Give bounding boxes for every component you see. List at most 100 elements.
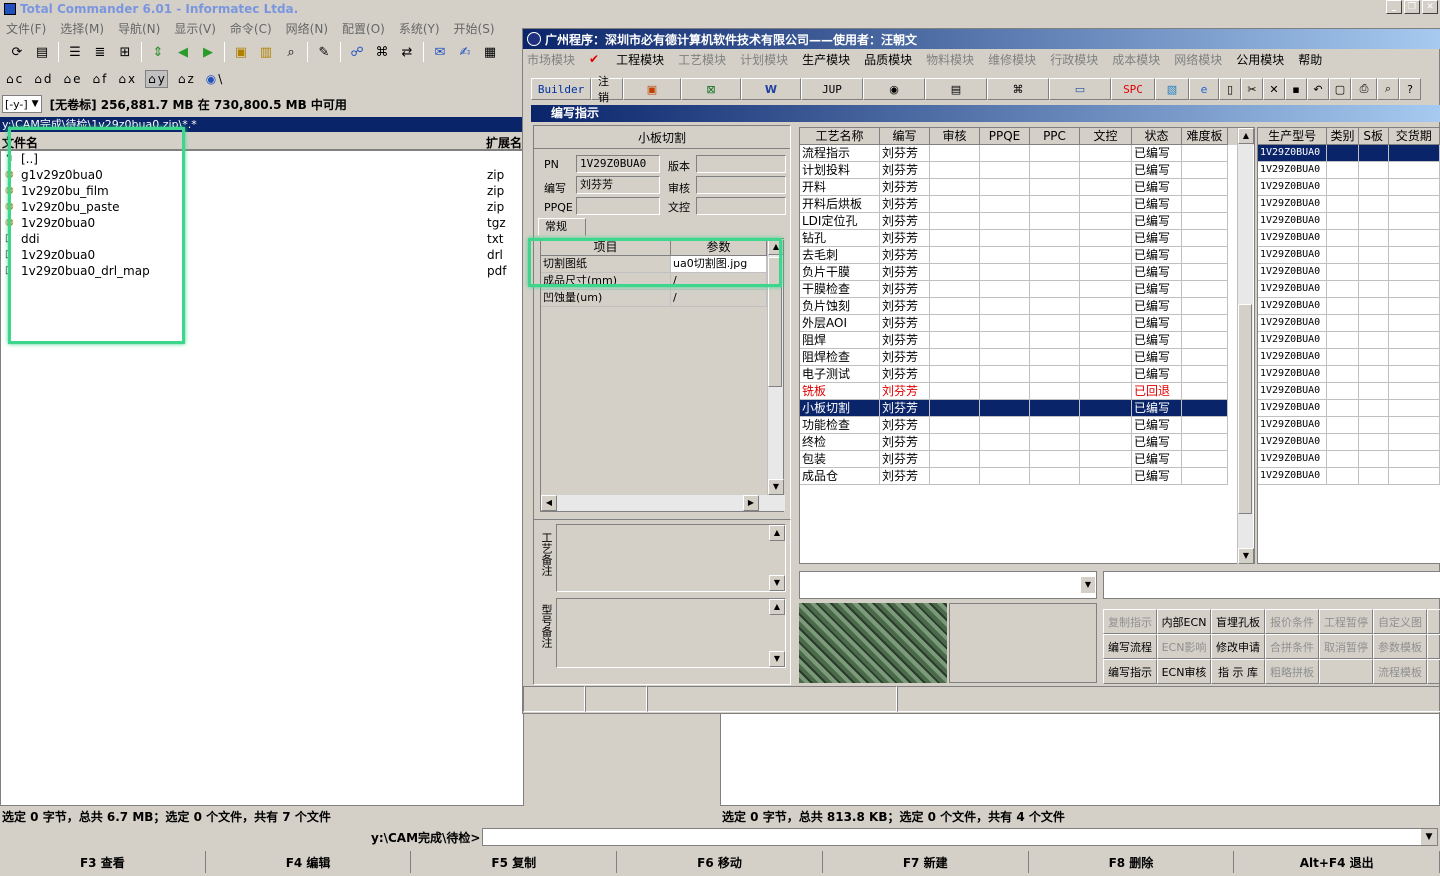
action-button[interactable]: 复制指示 <box>1103 609 1157 634</box>
f7-new-button[interactable]: F7 新建 <box>823 851 1029 873</box>
ppqe-field[interactable] <box>576 197 660 215</box>
action-button[interactable]: 取消暂停 <box>1319 634 1373 659</box>
chevron-down-icon[interactable]: ▼ <box>768 479 784 495</box>
action-button[interactable]: 盲埋孔板 <box>1211 609 1265 634</box>
process-row[interactable]: 小板切割 刘芬芳 已编写 <box>800 400 1254 417</box>
model-row[interactable]: 1V29Z0BUA0 <box>1258 179 1440 196</box>
action-button[interactable]: 工程暂停 <box>1319 609 1373 634</box>
action-button[interactable] <box>1319 659 1373 684</box>
chevron-down-icon[interactable]: ▼ <box>1081 577 1095 593</box>
drive-z[interactable]: ⌂ z <box>176 71 196 87</box>
pack-icon[interactable]: ▣ <box>230 41 252 63</box>
model-row[interactable]: 1V29Z0BUA0 <box>1258 162 1440 179</box>
app-menu-item[interactable]: 生产模块 <box>802 51 850 68</box>
writer-field[interactable]: 刘芬芳 <box>576 176 660 194</box>
app-menu-item[interactable]: 行政模块 <box>1050 51 1098 68</box>
action-button[interactable]: ECN影响 <box>1157 634 1211 659</box>
chevron-down-icon[interactable]: ▼ <box>1421 829 1437 845</box>
network-icon[interactable]: ⌘ <box>987 78 1049 100</box>
app-menu-item[interactable]: 帮助 <box>1298 51 1322 68</box>
process-row[interactable]: 功能检查 刘芬芳 已编写 <box>800 417 1254 434</box>
process-col-header[interactable]: PPC <box>1030 128 1080 145</box>
model-col-header[interactable]: 交货期 <box>1388 128 1440 145</box>
process-row[interactable]: LDI定位孔 刘芬芳 已编写 <box>800 213 1254 230</box>
forward-icon[interactable]: ▶ <box>197 41 219 63</box>
ie-icon[interactable]: e <box>1189 78 1219 100</box>
drive-x[interactable]: ⌂ x <box>116 71 137 87</box>
app-menu-item[interactable]: 工艺模块 <box>678 51 726 68</box>
drive-d[interactable]: ⌂ d <box>32 71 53 87</box>
chevron-up-icon[interactable]: ▲ <box>769 599 785 615</box>
process-col-header[interactable]: 编写 <box>880 128 930 145</box>
find-icon[interactable]: ⌕ <box>280 41 302 63</box>
f6-move-button[interactable]: F6 移动 <box>617 851 823 873</box>
excel-icon[interactable]: ⊠ <box>681 78 741 100</box>
param-value[interactable]: / <box>671 290 767 307</box>
f8-delete-button[interactable]: F8 删除 <box>1029 851 1235 873</box>
back-icon[interactable]: ◀ <box>172 41 194 63</box>
param-hscroll[interactable]: ◀ ▶ <box>541 495 785 511</box>
network-icon[interactable]: ⌘ <box>371 41 393 63</box>
action-button[interactable]: 编写流程 <box>1103 634 1157 659</box>
model-row[interactable]: 1V29Z0BUA0 <box>1258 451 1440 468</box>
app-menu-item[interactable]: 公用模块 <box>1236 51 1284 68</box>
preview-icon[interactable]: ▢ <box>1329 78 1351 100</box>
help-icon[interactable]: ? <box>1399 78 1421 100</box>
action-button[interactable]: 自定义图 <box>1373 609 1427 634</box>
drive-combo[interactable]: [-y-] ▼ <box>2 95 42 113</box>
model-row[interactable]: 1V29Z0BUA0 <box>1258 417 1440 434</box>
chevron-down-icon[interactable]: ▼ <box>769 575 785 591</box>
process-row[interactable]: 去毛刺 刘芬芳 已编写 <box>800 247 1254 264</box>
process-col-header[interactable]: PPQE <box>980 128 1030 145</box>
save-icon[interactable]: ▪ <box>1285 78 1307 100</box>
action-button[interactable] <box>1427 659 1440 684</box>
doc-control-field[interactable] <box>696 197 786 215</box>
model-row[interactable]: 1V29Z0BUA0 <box>1258 298 1440 315</box>
process-row[interactable]: 钻孔 刘芬芳 已编写 <box>800 230 1254 247</box>
app-menu-item[interactable]: 工程模块 <box>616 51 664 68</box>
model-row[interactable]: 1V29Z0BUA0 <box>1258 332 1440 349</box>
model-row[interactable]: 1V29Z0BUA0 <box>1258 196 1440 213</box>
process-row[interactable]: 成品仓 刘芬芳 已编写 <box>800 468 1254 485</box>
model-row[interactable]: 1V29Z0BUA0 <box>1258 315 1440 332</box>
restore-button[interactable]: ❐ <box>1404 0 1420 14</box>
notepad-icon[interactable]: ✉ <box>429 41 451 63</box>
image-icon[interactable]: ▧ <box>1155 78 1189 100</box>
model-col-header[interactable]: 生产型号 <box>1258 128 1328 145</box>
menu-view[interactable]: 显示(V) <box>174 20 216 37</box>
process-row[interactable]: 阻焊 刘芬芳 已编写 <box>800 332 1254 349</box>
param-row[interactable]: 凹蚀量(um) / <box>541 290 767 307</box>
action-button[interactable]: 指 示 库 <box>1211 659 1265 684</box>
menu-select[interactable]: 选择(M) <box>60 20 104 37</box>
ppt-icon[interactable]: ▣ <box>623 78 681 100</box>
drive-e[interactable]: ⌂ e <box>61 71 82 87</box>
model-col-header[interactable]: S板 <box>1358 128 1389 145</box>
process-row[interactable]: 外层AOI 刘芬芳 已编写 <box>800 315 1254 332</box>
alt-f4-exit-button[interactable]: Alt+F4 退出 <box>1234 851 1440 873</box>
app-menu-item[interactable]: 维修模块 <box>988 51 1036 68</box>
spc-button[interactable]: SPC <box>1111 78 1155 100</box>
process-col-header[interactable]: 审核 <box>930 128 980 145</box>
process-row[interactable]: 阻焊检查 刘芬芳 已编写 <box>800 349 1254 366</box>
delete-icon[interactable]: ✕ <box>1263 78 1285 100</box>
chevron-up-icon[interactable]: ▲ <box>769 525 785 541</box>
app-menu-item[interactable]: 网络模块 <box>1174 51 1222 68</box>
undo-icon[interactable]: ↶ <box>1307 78 1329 100</box>
process-row[interactable]: 铣板 刘芬芳 已回退 <box>800 383 1254 400</box>
multi-rename-icon[interactable]: ✎ <box>313 41 335 63</box>
menu-navigate[interactable]: 导航(N) <box>118 20 160 37</box>
menu-config[interactable]: 配置(O) <box>342 20 385 37</box>
drive-network[interactable]: ◉ \ <box>204 71 225 87</box>
model-col-header[interactable]: 类别 <box>1327 128 1359 145</box>
model-row[interactable]: 1V29Z0BUA0 <box>1258 145 1440 162</box>
chevron-down-icon[interactable]: ▼ <box>769 651 785 667</box>
menu-network[interactable]: 网络(N) <box>286 20 328 37</box>
chevron-up-icon[interactable]: ▲ <box>1238 128 1254 144</box>
process-row[interactable]: 终检 刘芬芳 已编写 <box>800 434 1254 451</box>
app-menu-item[interactable]: 市场模块 <box>527 51 575 68</box>
action-button[interactable]: 合拼条件 <box>1265 634 1319 659</box>
action-button[interactable]: 内部ECN <box>1157 609 1211 634</box>
pn-field[interactable]: 1V29Z0BUA0 <box>576 155 660 173</box>
cmd-input[interactable]: ▼ <box>482 828 1438 846</box>
action-button[interactable]: 编写指示 <box>1103 659 1157 684</box>
